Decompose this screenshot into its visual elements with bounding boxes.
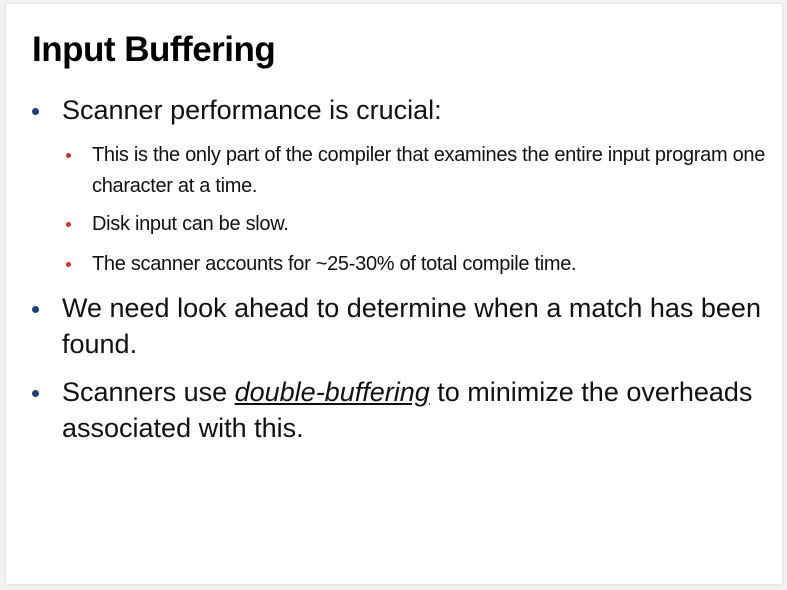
slide-title: Input Buffering <box>32 30 276 69</box>
bullet-dot-icon <box>32 306 39 313</box>
bullet-emphasis-double-buffering: double-buffering <box>234 377 430 407</box>
sub-bullet-dot-icon <box>66 153 71 158</box>
sub-bullet-text: Disk input can be slow. <box>92 213 289 235</box>
slide: Input Buffering Scanner performance is c… <box>6 4 782 584</box>
sub-bullet-text: The scanner accounts for ~25-30% of tota… <box>92 253 577 275</box>
sub-bullet-dot-icon <box>66 222 71 227</box>
bullet-dot-icon <box>32 390 39 397</box>
sub-bullet-dot-icon <box>66 262 71 267</box>
bullet-scanner-performance: Scanner performance is crucial: <box>32 92 772 128</box>
bullet-double-buffering: Scanners use double-buffering to minimiz… <box>32 374 772 446</box>
bullet-text: Scanner performance is crucial: <box>62 95 442 125</box>
sub-bullet-compile-time: The scanner accounts for ~25-30% of tota… <box>66 249 772 280</box>
bullet-look-ahead: We need look ahead to determine when a m… <box>32 290 772 362</box>
bullet-text-before: Scanners use <box>62 377 235 407</box>
sub-bullet-disk-input: Disk input can be slow. <box>66 209 772 240</box>
sub-bullet-text: This is the only part of the compiler th… <box>92 144 766 197</box>
bullet-dot-icon <box>32 108 39 115</box>
sub-bullet-only-part: This is the only part of the compiler th… <box>66 140 772 202</box>
bullet-text: We need look ahead to determine when a m… <box>62 293 761 359</box>
